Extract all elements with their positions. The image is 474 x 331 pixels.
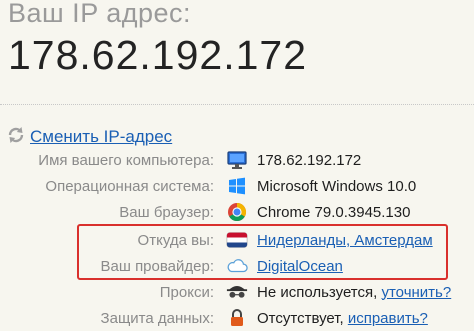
windows-logo-icon [226, 176, 248, 196]
proxy-status: Не используется, [257, 283, 378, 301]
ip-address: 178.62.192.172 [8, 32, 307, 78]
proxy-check-link[interactable]: уточнить? [381, 284, 451, 301]
row-value: Не используется, уточнить? [257, 284, 451, 301]
row-label: Имя вашего компьютера: [38, 151, 214, 169]
info-row-browser: Ваш браузер: Chrome 79.0.3945.130 [0, 199, 474, 225]
row-label: Ваш браузер: [119, 203, 214, 221]
change-ip-label[interactable]: Сменить IP-адрес [30, 127, 172, 147]
info-row-protection: Защита данных: Отсутствует, исправить? [0, 305, 474, 331]
page-title: Ваш IP адрес: [8, 0, 192, 28]
row-value: Chrome 79.0.3945.130 [257, 203, 411, 221]
highlight-box [77, 224, 448, 280]
divider [0, 104, 474, 105]
lock-icon [226, 308, 248, 328]
chrome-logo-icon [226, 202, 248, 222]
info-row-computer-name: Имя вашего компьютера: 178.62.192.172 [0, 147, 474, 173]
monitor-icon [226, 150, 248, 170]
protection-fix-link[interactable]: исправить? [348, 310, 428, 327]
protection-status: Отсутствует, [257, 309, 344, 327]
info-row-os: Операционная система: Microsoft Windows … [0, 173, 474, 199]
spy-glasses-icon [226, 282, 248, 302]
row-label: Операционная система: [45, 177, 214, 195]
refresh-icon [6, 125, 26, 150]
row-value: 178.62.192.172 [257, 151, 362, 169]
info-row-proxy: Прокси: Не используется, уточнить? [0, 279, 474, 305]
row-value: Отсутствует, исправить? [257, 310, 428, 327]
change-ip-link[interactable]: Сменить IP-адрес [6, 126, 172, 148]
row-label: Защита данных: [100, 309, 214, 327]
row-value: Microsoft Windows 10.0 [257, 177, 417, 195]
row-label: Прокси: [159, 283, 214, 301]
